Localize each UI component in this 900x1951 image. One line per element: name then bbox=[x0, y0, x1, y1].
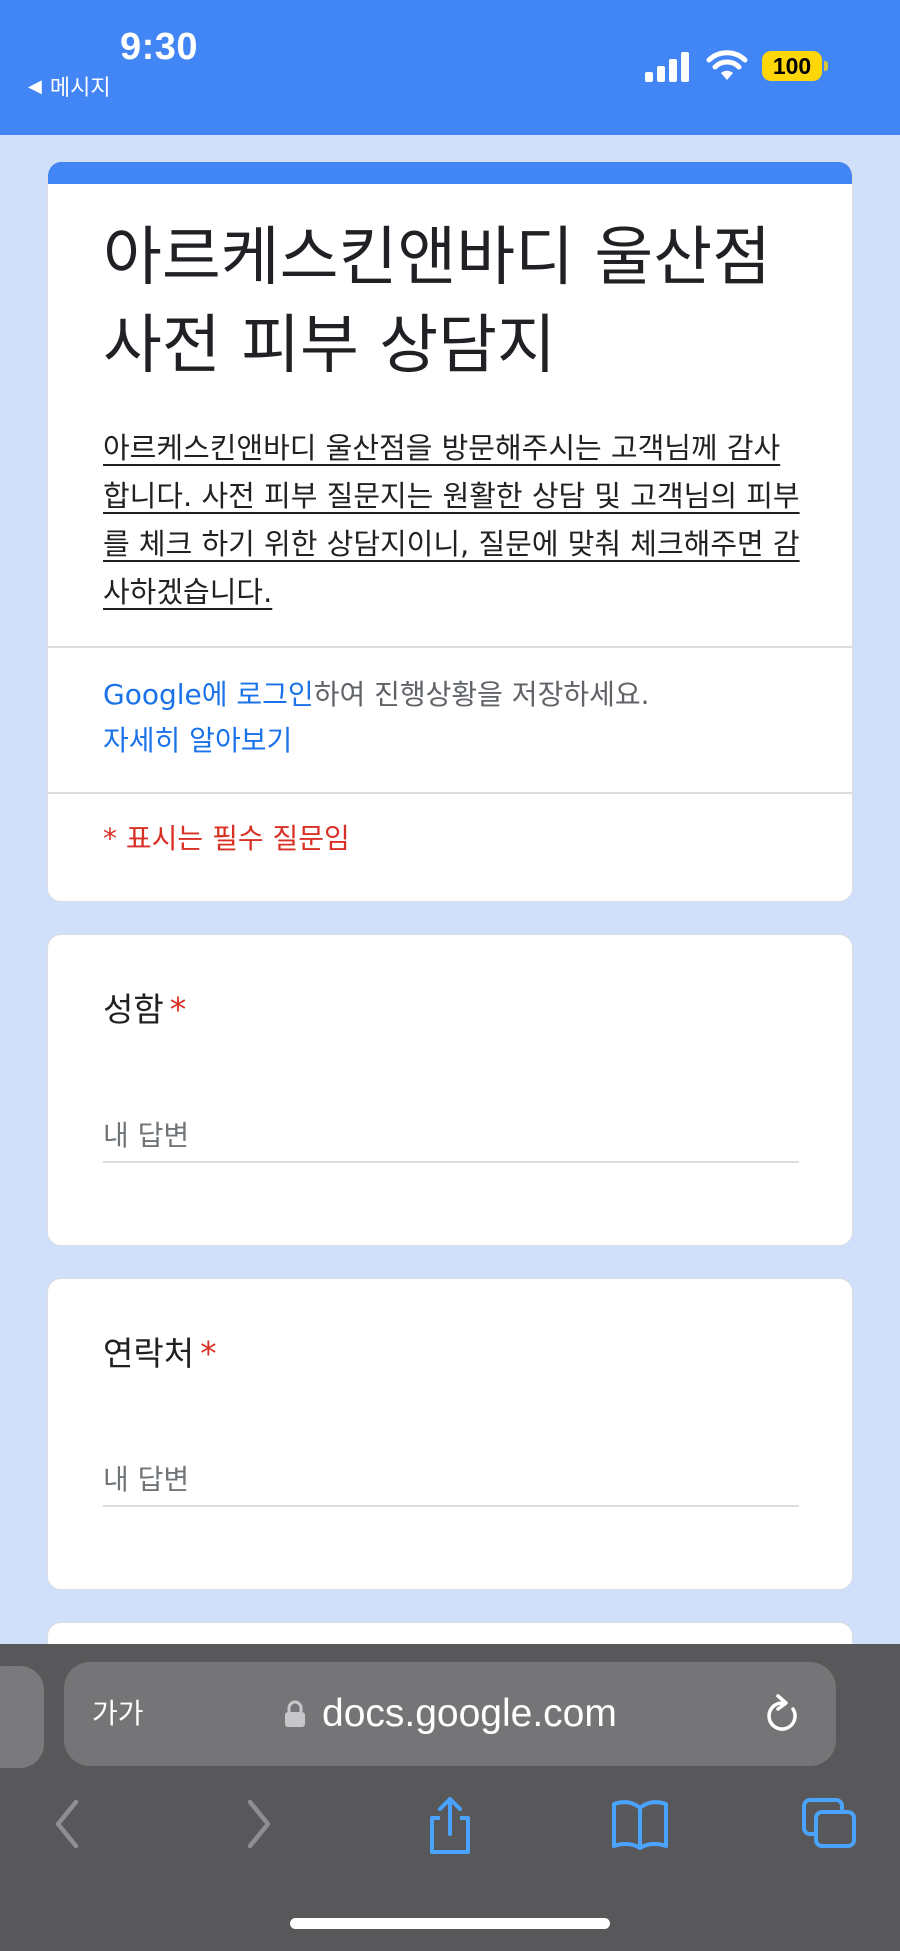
back-triangle-icon: ◀ bbox=[28, 75, 42, 97]
name-answer-input[interactable] bbox=[103, 1109, 799, 1163]
required-marker: * bbox=[169, 990, 187, 1029]
question-label: 연락처 * bbox=[103, 1331, 217, 1377]
back-to-app-button[interactable]: ◀ 메시지 bbox=[28, 70, 111, 102]
back-app-label: 메시지 bbox=[49, 76, 111, 101]
divider bbox=[48, 646, 852, 648]
bookmarks-icon[interactable] bbox=[610, 1796, 670, 1852]
login-prompt: Google에 로그인하여 진행상황을 저장하세요. bbox=[103, 672, 823, 718]
previous-tab-peek[interactable] bbox=[0, 1666, 44, 1768]
form-description: 아르케스킨앤바디 울산점을 방문해주시는 고객님께 감사합니다. 사전 피부 질… bbox=[103, 431, 800, 609]
battery-tip bbox=[824, 61, 828, 71]
contact-answer-input[interactable] bbox=[103, 1453, 799, 1507]
required-marker: * bbox=[200, 1334, 217, 1373]
share-icon[interactable] bbox=[420, 1796, 480, 1856]
divider bbox=[48, 792, 852, 794]
address-bar[interactable]: 가가 docs.google.com bbox=[64, 1662, 836, 1766]
back-arrow-icon[interactable] bbox=[50, 1796, 86, 1852]
question-title: 성함 bbox=[103, 990, 164, 1029]
wifi-icon bbox=[706, 50, 748, 80]
question-title: 연락처 bbox=[103, 1334, 195, 1373]
cellular-signal-icon bbox=[645, 52, 689, 82]
forward-arrow-icon[interactable] bbox=[240, 1796, 276, 1852]
home-indicator[interactable] bbox=[290, 1918, 610, 1929]
login-prompt-suffix: 하여 진행상황을 저장하세요. bbox=[313, 678, 650, 711]
form-accent-bar bbox=[48, 162, 852, 184]
question-card-contact: 연락처 * bbox=[47, 1278, 853, 1590]
question-card-name: 성함 * bbox=[47, 934, 853, 1246]
required-questions-note: * 표시는 필수 질문임 bbox=[103, 822, 350, 855]
question-label: 성함 * bbox=[103, 987, 186, 1033]
google-login-link[interactable]: Google에 로그인 bbox=[103, 678, 314, 711]
form-header-card: 아르케스킨앤바디 울산점 사전 피부 상담지 아르케스킨앤바디 울산점을 방문해… bbox=[47, 162, 853, 902]
learn-more-link[interactable]: 자세히 알아보기 bbox=[103, 718, 292, 764]
text-size-button[interactable]: 가가 bbox=[92, 1662, 144, 1766]
tabs-icon[interactable] bbox=[800, 1796, 860, 1852]
reload-icon[interactable] bbox=[762, 1692, 802, 1736]
battery-indicator: 100 bbox=[762, 51, 822, 81]
status-bar: 9:30 ◀ 메시지 100 bbox=[0, 0, 900, 135]
lock-icon bbox=[285, 1700, 305, 1727]
status-time: 9:30 bbox=[120, 26, 199, 68]
form-title: 아르케스킨앤바디 울산점 사전 피부 상담지 bbox=[103, 221, 772, 383]
url-text[interactable]: docs.google.com bbox=[322, 1662, 617, 1766]
